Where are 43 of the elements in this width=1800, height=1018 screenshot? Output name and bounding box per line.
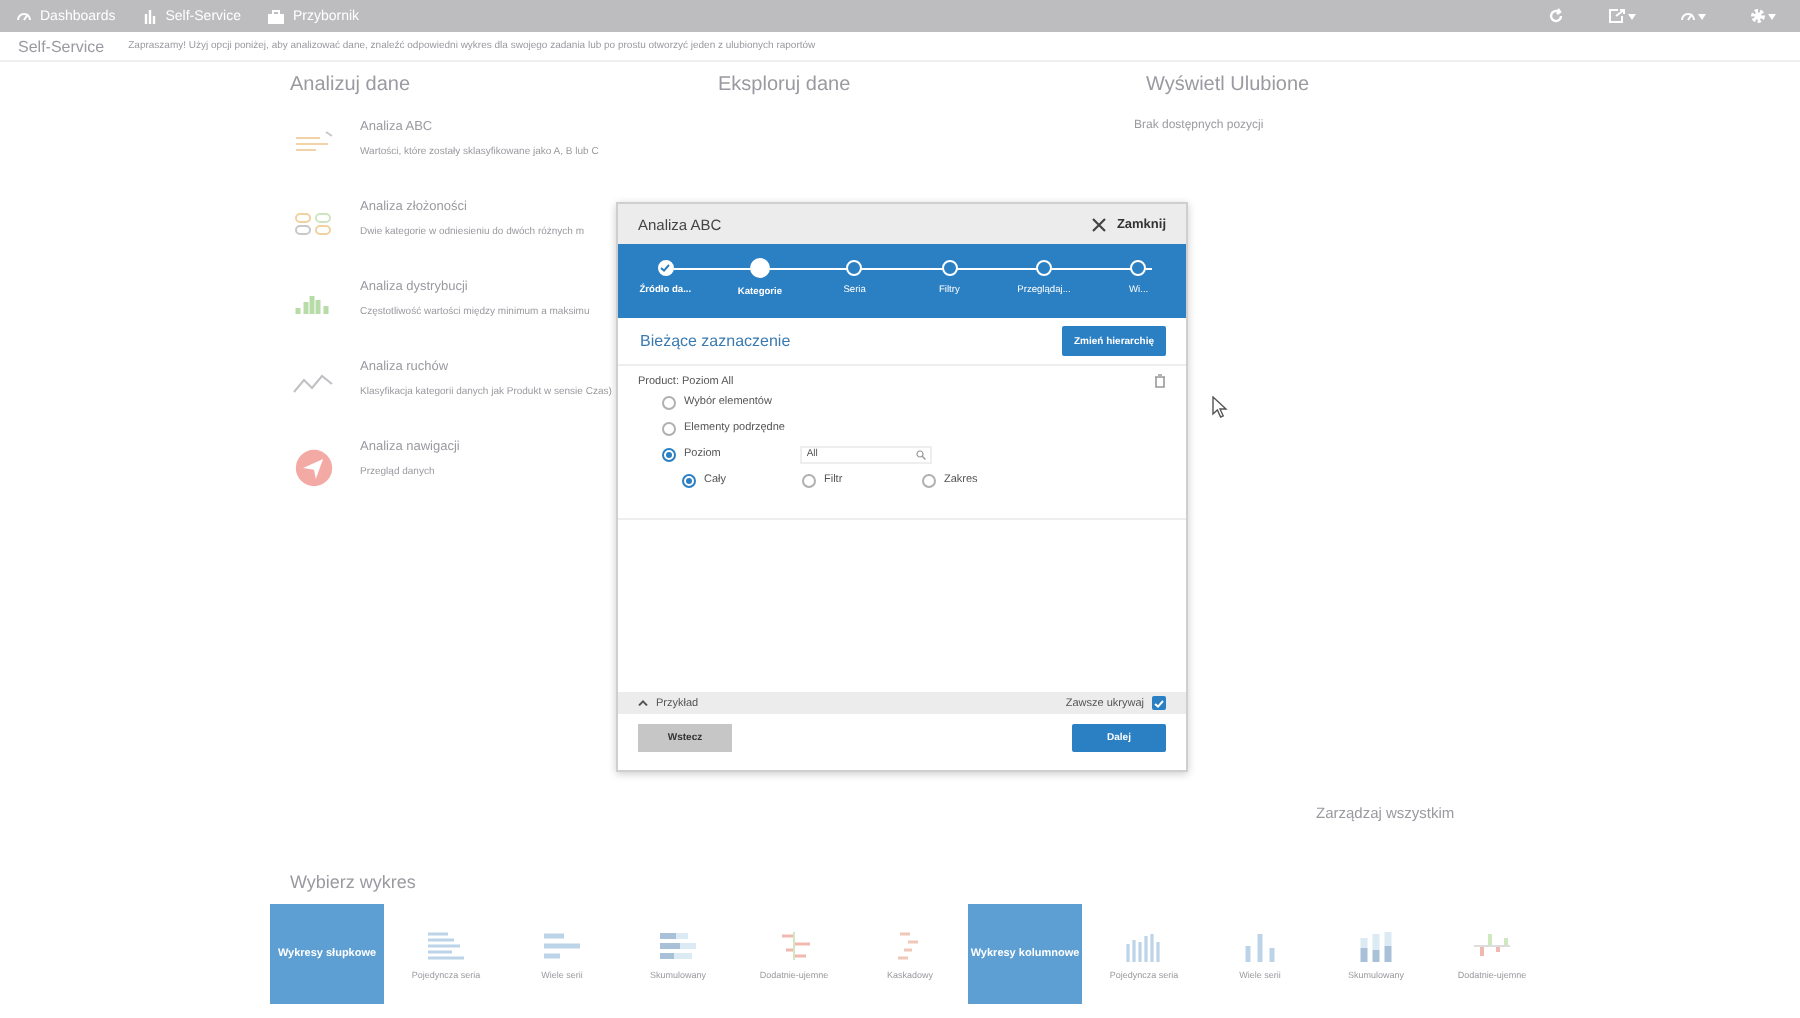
bar-chart-icon <box>424 929 468 961</box>
checkbox[interactable] <box>1152 696 1166 710</box>
section-heading: Wyświetl Ulubione <box>1146 74 1312 96</box>
gauge-icon <box>16 10 32 22</box>
step-marker[interactable] <box>1130 260 1147 276</box>
step-marker[interactable] <box>846 260 863 276</box>
refresh-icon <box>1548 8 1564 24</box>
diverging-column-icon <box>1470 929 1514 961</box>
caret-icon <box>1768 13 1776 19</box>
caret-icon <box>1628 13 1636 19</box>
mouse-cursor-icon <box>1212 396 1228 418</box>
radio-button[interactable] <box>662 421 676 435</box>
settings-icon <box>1750 8 1766 24</box>
radio-button[interactable] <box>922 473 936 487</box>
lines-icon <box>292 128 336 156</box>
column-chart-icon <box>1122 929 1166 961</box>
step-marker[interactable] <box>657 260 674 276</box>
bar-chart-icon <box>540 929 584 961</box>
search-icon <box>916 449 927 459</box>
section-heading: Analizuj dane <box>290 74 413 96</box>
close-icon <box>1092 217 1107 231</box>
nodes-icon <box>292 208 336 236</box>
page-title: Self-Service <box>18 37 105 55</box>
share-icon <box>1608 8 1626 24</box>
toolbox-icon <box>268 9 285 23</box>
radio-button[interactable] <box>682 473 696 487</box>
step-marker[interactable] <box>941 260 958 276</box>
section-title: Bieżące zaznaczenie <box>640 332 791 350</box>
check-icon <box>660 264 671 272</box>
step-marker[interactable] <box>749 258 770 278</box>
delete-icon[interactable] <box>1154 374 1166 388</box>
radio-button[interactable] <box>662 447 676 461</box>
gauge-icon <box>1680 10 1696 22</box>
radio-button[interactable] <box>662 395 676 409</box>
section-heading: Wybierz wykres <box>290 872 416 892</box>
radio-button[interactable] <box>802 473 816 487</box>
section-heading: Eksploruj dane <box>718 74 853 96</box>
bar-chart-icon <box>143 9 158 23</box>
navigation-icon <box>292 448 336 488</box>
stacked-bar-icon <box>656 929 700 961</box>
caret-icon <box>1698 13 1706 19</box>
step-marker[interactable] <box>1035 260 1052 276</box>
chevron-icon <box>638 700 648 706</box>
